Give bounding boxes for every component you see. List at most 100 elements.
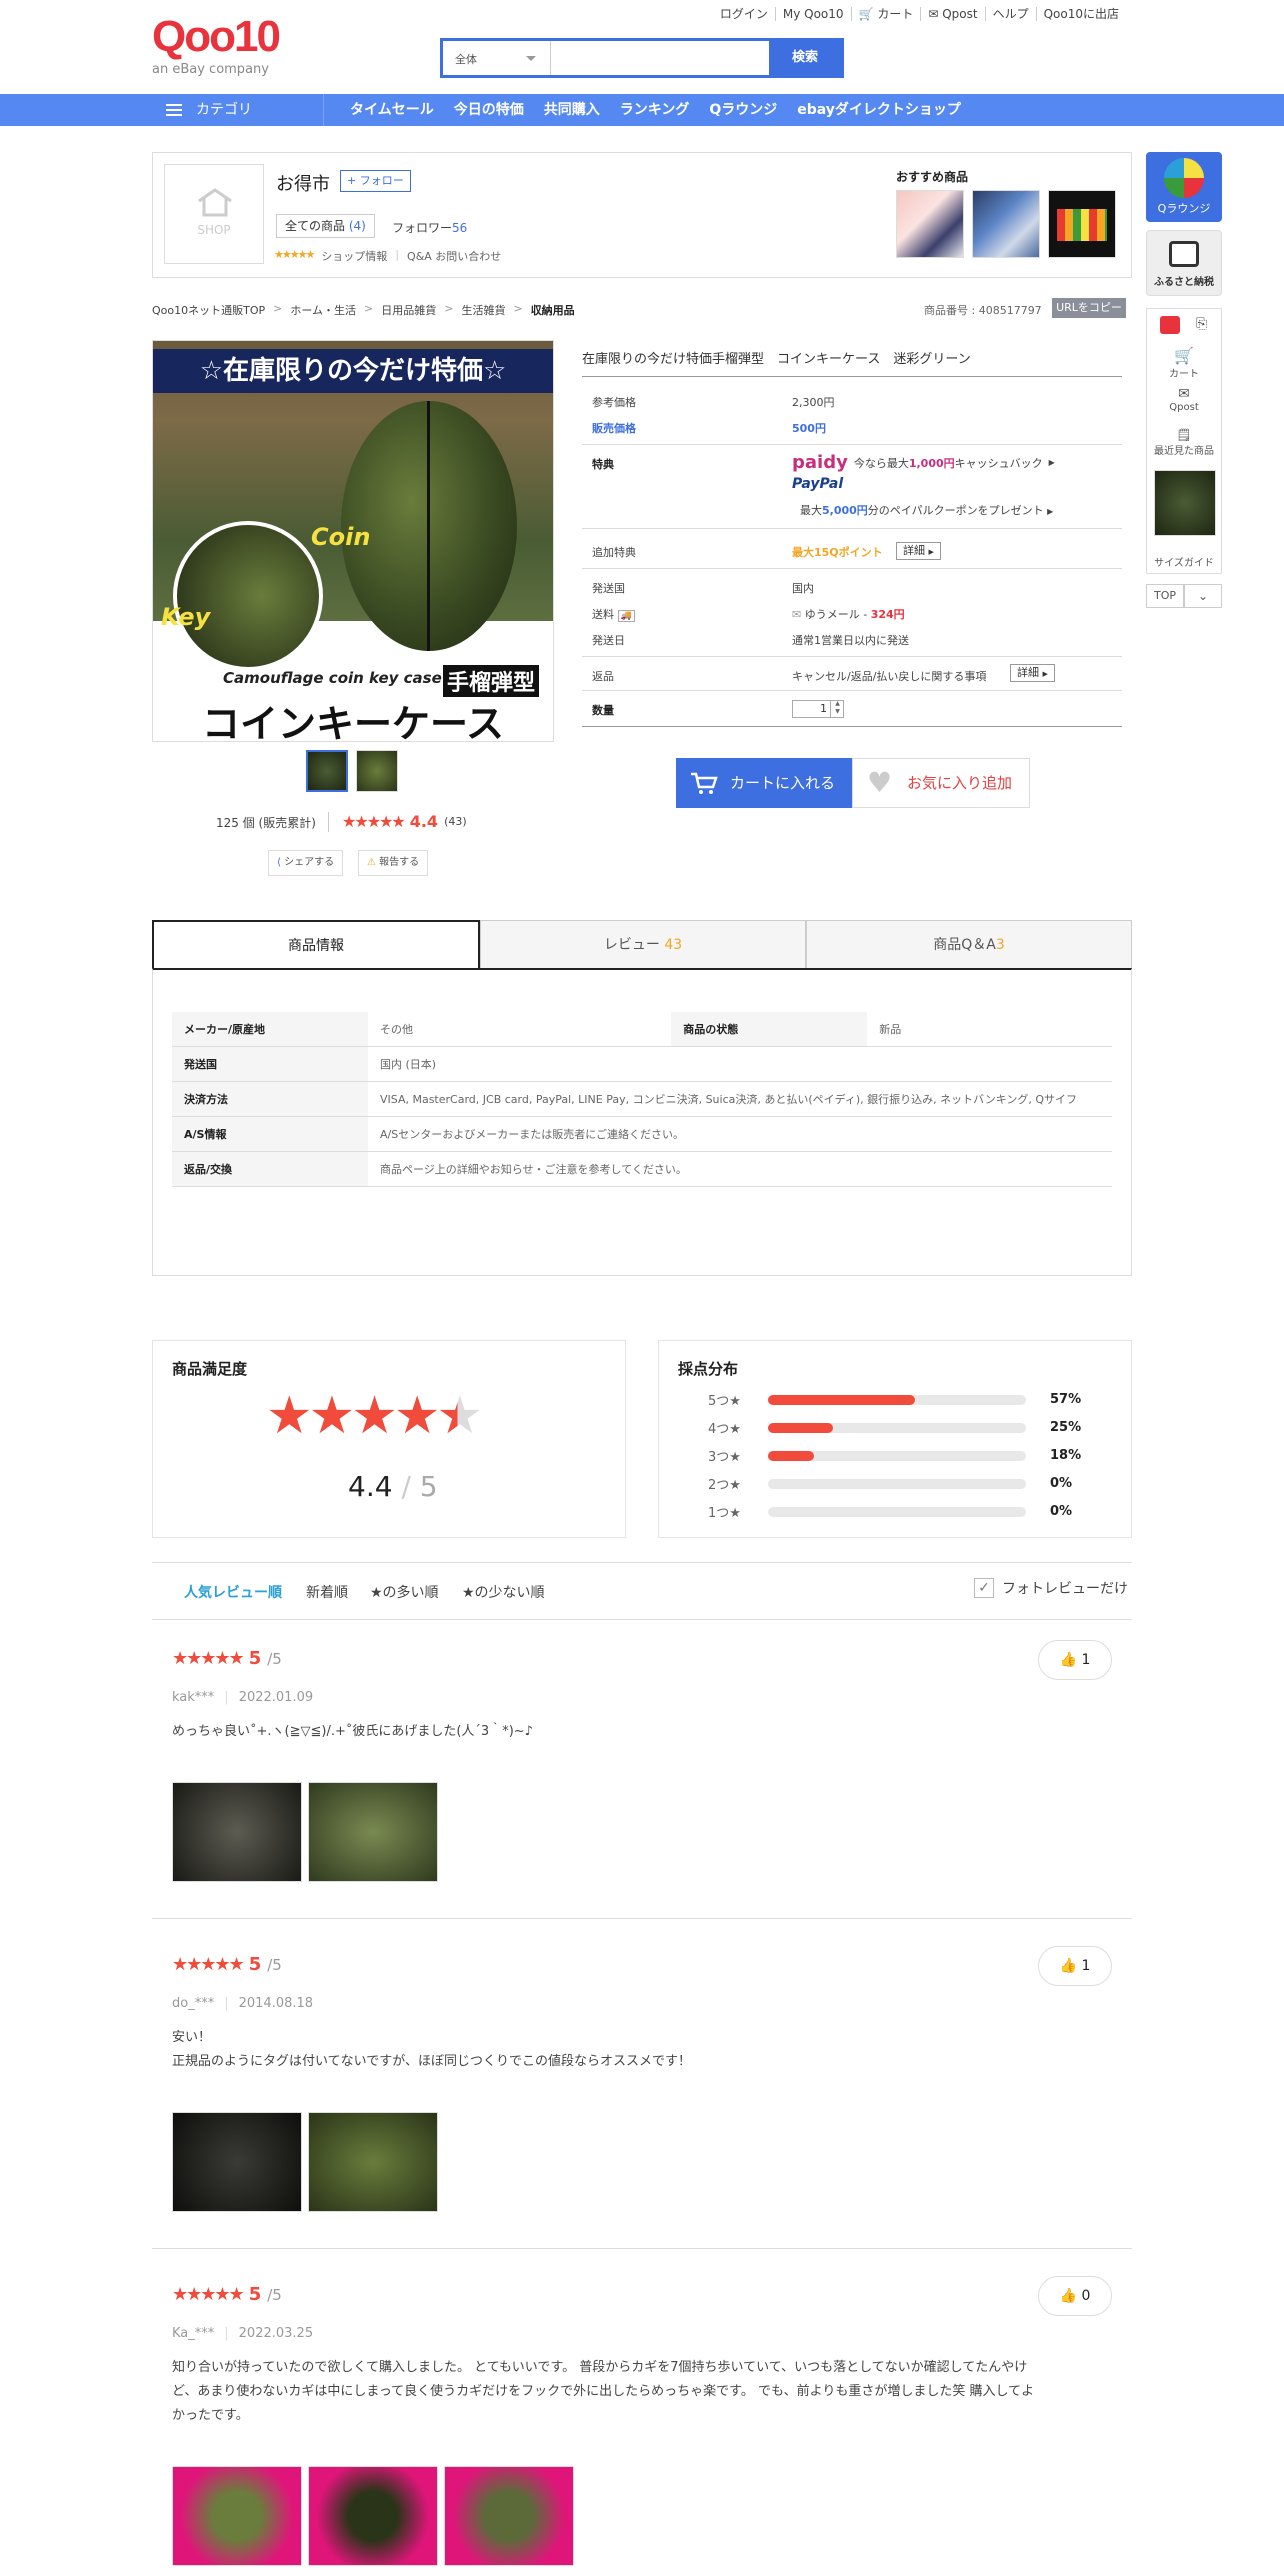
review-photo[interactable]	[172, 2112, 302, 2212]
review-photo[interactable]	[172, 2466, 302, 2566]
qpost-link[interactable]: ✉ Qpost	[920, 7, 984, 21]
review-photo[interactable]	[308, 2112, 438, 2212]
side-qpost-button[interactable]: ✉ Qpost	[1147, 386, 1221, 413]
breadcrumb-top[interactable]: Qoo10ネット通販TOP	[152, 302, 265, 318]
review-photo[interactable]	[444, 2466, 574, 2566]
menu-q-lounge[interactable]: Qラウンジ	[699, 94, 787, 126]
help-link[interactable]: ヘルプ	[984, 7, 1036, 21]
paypal-post: 分のペイパルクーポンをプレゼント	[867, 504, 1044, 517]
sort-newest[interactable]: 新着順	[306, 1582, 348, 1602]
review-user: do_***	[172, 1996, 215, 2011]
photo-review-label: フォトレビューだけ	[1002, 1581, 1128, 1597]
recent-label: 最近見た商品	[1154, 446, 1214, 457]
followers-count: 56	[452, 221, 468, 235]
followers-label: フォロワー	[392, 221, 453, 235]
q-lounge-button[interactable]: Qラウンジ	[1146, 152, 1222, 222]
shipping-method-text: ゆうメール -	[804, 608, 868, 621]
tab-reviews[interactable]: レビュー 43	[480, 920, 806, 970]
like-button[interactable]: 👍 0	[1038, 2276, 1112, 2316]
qa-contact-link[interactable]: Q&A お問い合わせ	[407, 248, 501, 264]
breadcrumb-storage[interactable]: 収納用品	[531, 302, 575, 318]
truck-icon[interactable]: 🚚	[617, 610, 635, 622]
sort-most-stars[interactable]: ★の多い順	[370, 1582, 439, 1602]
recommend-item-3[interactable]	[1048, 190, 1116, 258]
distribution-row: 2つ★ 0%	[708, 1474, 1072, 1493]
history-icon[interactable]: ⎘	[1196, 316, 1207, 332]
review-stars: ★★★★★	[172, 2284, 245, 2305]
review-photo[interactable]	[172, 1782, 302, 1882]
add-to-cart-button[interactable]: カートに入れる	[676, 758, 852, 808]
cart-link[interactable]: 🛒 カート	[850, 7, 921, 21]
banner-top-text: ☆在庫限りの今だけ特価☆	[153, 349, 553, 393]
furusato-button[interactable]: ふるさと納税	[1146, 230, 1222, 296]
paypal-promo[interactable]: 最大5,000円分のペイパルクーポンをプレゼント ▶	[800, 502, 1053, 518]
my-qoo10-link[interactable]: My Qoo10	[774, 7, 851, 21]
category-menu-button[interactable]: カテゴリ	[152, 94, 324, 126]
ship-country-value: 国内 (日本)	[368, 1046, 1112, 1082]
add-favorite-button[interactable]: ♥ お気に入り追加	[852, 758, 1030, 808]
menu-time-sale[interactable]: タイムセール	[340, 94, 444, 126]
recommend-item-2[interactable]	[972, 190, 1040, 258]
tab-product-info[interactable]: 商品情報	[152, 920, 480, 970]
search-button[interactable]: 検索	[769, 41, 841, 75]
recent-item-thumbnail[interactable]	[1154, 470, 1216, 536]
search-input[interactable]	[553, 41, 769, 75]
copy-url-button[interactable]: URLをコピー	[1052, 298, 1126, 318]
thumbnail-2[interactable]	[356, 750, 398, 792]
breadcrumb-daily-goods[interactable]: 日用品雑貨	[381, 302, 436, 318]
top-button[interactable]: TOP	[1146, 584, 1184, 608]
main-product-image[interactable]: ☆在庫限りの今だけ特価☆ Coin Key Camouflage coin ke…	[152, 340, 554, 742]
menu-today-special[interactable]: 今日の特価	[444, 94, 534, 126]
score-max: 5	[419, 1470, 438, 1503]
login-link[interactable]: ログイン	[713, 7, 775, 21]
review-date: 2022.01.09	[238, 1690, 314, 1705]
shop-image[interactable]: SHOP	[164, 164, 264, 264]
recommend-item-1[interactable]	[896, 190, 964, 258]
sort-popular[interactable]: 人気レビュー順	[184, 1582, 282, 1602]
review-score-value: 5	[248, 2284, 262, 2305]
like-button[interactable]: 👍 1	[1038, 1640, 1112, 1680]
rating-count: (43)	[444, 815, 467, 828]
all-items-button[interactable]: 全ての商品 (4)	[276, 214, 375, 238]
menu-ebay-direct[interactable]: ebayダイレクトショップ	[787, 94, 971, 126]
table-row: 発送国 国内 (日本)	[172, 1046, 1112, 1082]
chevron-down-icon[interactable]: ⌄	[1184, 584, 1222, 608]
tab-qa[interactable]: 商品Q＆A3	[806, 920, 1132, 970]
distribution-row: 4つ★ 25%	[708, 1418, 1081, 1437]
review-photo[interactable]	[308, 2466, 438, 2566]
sale-price: 500円	[792, 422, 826, 435]
thumbnail-1[interactable]	[306, 750, 348, 792]
review-text-line: 知り合いが持っていたので欲しくて購入しました。 とてもいいです。 普段からカギを…	[172, 2360, 1028, 2375]
search-category-select[interactable]: 全体	[443, 41, 551, 75]
breadcrumb-home-life[interactable]: ホーム・生活	[290, 302, 356, 318]
shop-info-link[interactable]: ショップ情報	[321, 248, 387, 264]
arrow-right-icon: ▶	[1048, 458, 1055, 467]
review-photo[interactable]	[308, 1782, 438, 1882]
shop-name[interactable]: お得市	[276, 170, 330, 196]
sort-least-stars[interactable]: ★の少ない順	[462, 1582, 545, 1602]
size-guide-link[interactable]: サイズガイド	[1147, 554, 1221, 569]
coupon-icon[interactable]	[1160, 316, 1180, 334]
paidy-promo[interactable]: paidy 今なら最大 1,000円 キャッシュバック ▶	[792, 452, 1055, 473]
menu-ranking[interactable]: ランキング	[610, 94, 700, 126]
photo-review-filter[interactable]: ✓ フォトレビューだけ	[974, 1578, 1128, 1598]
open-shop-link[interactable]: Qoo10に出店	[1035, 7, 1126, 21]
product-rating[interactable]: ★★★★★ 4.4 (43)	[342, 812, 467, 831]
follow-button[interactable]: + フォロー	[340, 170, 411, 192]
dist-fill	[768, 1422, 833, 1433]
score-value: 4.4	[348, 1470, 393, 1503]
menu-group-buy[interactable]: 共同購入	[534, 94, 610, 126]
like-button[interactable]: 👍 1	[1038, 1946, 1112, 1986]
checkbox-icon[interactable]: ✓	[974, 1578, 994, 1598]
return-detail-button[interactable]: 詳細 ▶	[1010, 664, 1055, 682]
share-button[interactable]: ⟨ シェアする	[268, 850, 344, 876]
qoo10-logo[interactable]: Qoo10 an eBay company	[152, 14, 292, 86]
report-button[interactable]: ⚠ 報告する	[358, 850, 429, 876]
distribution-row: 3つ★ 18%	[708, 1446, 1081, 1465]
quantity-stepper[interactable]: ▲ ▼	[830, 700, 844, 718]
side-cart-button[interactable]: 🛒 カート	[1147, 346, 1221, 380]
review-score-value: 5	[248, 1954, 262, 1975]
paidy-logo: paidy	[792, 452, 848, 473]
breadcrumb-life-goods[interactable]: 生活雑貨	[461, 302, 505, 318]
points-detail-button[interactable]: 詳細 ▶	[896, 542, 941, 560]
